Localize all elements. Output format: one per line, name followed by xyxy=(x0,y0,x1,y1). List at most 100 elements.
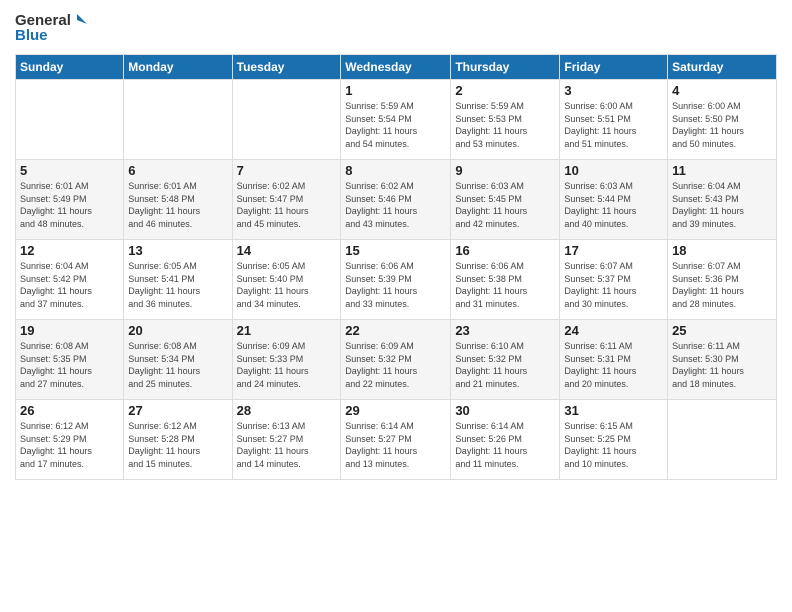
calendar-cell xyxy=(668,400,777,480)
weekday-header-thursday: Thursday xyxy=(451,55,560,80)
day-number: 19 xyxy=(20,323,119,338)
day-info: Sunrise: 6:07 AM Sunset: 5:36 PM Dayligh… xyxy=(672,260,772,310)
calendar-cell: 30Sunrise: 6:14 AM Sunset: 5:26 PM Dayli… xyxy=(451,400,560,480)
day-number: 17 xyxy=(564,243,663,258)
day-number: 22 xyxy=(345,323,446,338)
day-info: Sunrise: 5:59 AM Sunset: 5:54 PM Dayligh… xyxy=(345,100,446,150)
day-info: Sunrise: 6:09 AM Sunset: 5:32 PM Dayligh… xyxy=(345,340,446,390)
day-number: 14 xyxy=(237,243,337,258)
weekday-header-row: SundayMondayTuesdayWednesdayThursdayFrid… xyxy=(16,55,777,80)
day-number: 8 xyxy=(345,163,446,178)
day-number: 29 xyxy=(345,403,446,418)
day-info: Sunrise: 5:59 AM Sunset: 5:53 PM Dayligh… xyxy=(455,100,555,150)
day-info: Sunrise: 6:09 AM Sunset: 5:33 PM Dayligh… xyxy=(237,340,337,390)
logo-icon: GeneralBlue xyxy=(15,10,95,46)
day-info: Sunrise: 6:15 AM Sunset: 5:25 PM Dayligh… xyxy=(564,420,663,470)
day-info: Sunrise: 6:01 AM Sunset: 5:48 PM Dayligh… xyxy=(128,180,227,230)
page: GeneralBlue SundayMondayTuesdayWednesday… xyxy=(0,0,792,612)
calendar-cell: 10Sunrise: 6:03 AM Sunset: 5:44 PM Dayli… xyxy=(560,160,668,240)
day-info: Sunrise: 6:11 AM Sunset: 5:31 PM Dayligh… xyxy=(564,340,663,390)
calendar-cell: 3Sunrise: 6:00 AM Sunset: 5:51 PM Daylig… xyxy=(560,80,668,160)
day-number: 5 xyxy=(20,163,119,178)
calendar-cell: 25 Sunrise: 6:11 AM Sunset: 5:30 PM Dayli… xyxy=(668,320,777,400)
calendar-cell xyxy=(124,80,232,160)
calendar-cell: 1 Sunrise: 5:59 AM Sunset: 5:54 PM Daylig… xyxy=(341,80,451,160)
calendar-cell: 18 Sunrise: 6:07 AM Sunset: 5:36 PM Dayli… xyxy=(668,240,777,320)
calendar-cell: 12 Sunrise: 6:04 AM Sunset: 5:42 PM Dayli… xyxy=(16,240,124,320)
day-info: Sunrise: 6:11 AM Sunset: 5:30 PM Dayligh… xyxy=(672,340,772,390)
day-info: Sunrise: 6:08 AM Sunset: 5:35 PM Dayligh… xyxy=(20,340,119,390)
day-number: 23 xyxy=(455,323,555,338)
day-number: 11 xyxy=(672,163,772,178)
svg-text:Blue: Blue xyxy=(15,27,48,44)
calendar-cell: 11 Sunrise: 6:04 AM Sunset: 5:43 PM Dayli… xyxy=(668,160,777,240)
day-info: Sunrise: 6:03 AM Sunset: 5:44 PM Dayligh… xyxy=(564,180,663,230)
day-info: Sunrise: 6:01 AM Sunset: 5:49 PM Dayligh… xyxy=(20,180,119,230)
calendar-cell: 13 Sunrise: 6:05 AM Sunset: 5:41 PM Dayli… xyxy=(124,240,232,320)
day-info: Sunrise: 6:02 AM Sunset: 5:47 PM Dayligh… xyxy=(237,180,337,230)
day-info: Sunrise: 6:04 AM Sunset: 5:42 PM Dayligh… xyxy=(20,260,119,310)
day-info: Sunrise: 6:06 AM Sunset: 5:38 PM Dayligh… xyxy=(455,260,555,310)
day-info: Sunrise: 6:10 AM Sunset: 5:32 PM Dayligh… xyxy=(455,340,555,390)
calendar-cell: 20 Sunrise: 6:08 AM Sunset: 5:34 PM Dayli… xyxy=(124,320,232,400)
day-info: Sunrise: 6:08 AM Sunset: 5:34 PM Dayligh… xyxy=(128,340,227,390)
calendar-cell: 26Sunrise: 6:12 AM Sunset: 5:29 PM Dayli… xyxy=(16,400,124,480)
calendar-cell: 9Sunrise: 6:03 AM Sunset: 5:45 PM Daylig… xyxy=(451,160,560,240)
calendar-cell: 8 Sunrise: 6:02 AM Sunset: 5:46 PM Daylig… xyxy=(341,160,451,240)
day-number: 18 xyxy=(672,243,772,258)
day-number: 6 xyxy=(128,163,227,178)
week-row-2: 5 Sunrise: 6:01 AM Sunset: 5:49 PM Daylig… xyxy=(16,160,777,240)
day-info: Sunrise: 6:02 AM Sunset: 5:46 PM Dayligh… xyxy=(345,180,446,230)
week-row-5: 26Sunrise: 6:12 AM Sunset: 5:29 PM Dayli… xyxy=(16,400,777,480)
day-info: Sunrise: 6:07 AM Sunset: 5:37 PM Dayligh… xyxy=(564,260,663,310)
calendar-cell: 27Sunrise: 6:12 AM Sunset: 5:28 PM Dayli… xyxy=(124,400,232,480)
weekday-header-friday: Friday xyxy=(560,55,668,80)
day-info: Sunrise: 6:00 AM Sunset: 5:50 PM Dayligh… xyxy=(672,100,772,150)
weekday-header-sunday: Sunday xyxy=(16,55,124,80)
day-number: 9 xyxy=(455,163,555,178)
day-info: Sunrise: 6:13 AM Sunset: 5:27 PM Dayligh… xyxy=(237,420,337,470)
calendar-cell: 6 Sunrise: 6:01 AM Sunset: 5:48 PM Daylig… xyxy=(124,160,232,240)
day-number: 2 xyxy=(455,83,555,98)
day-number: 4 xyxy=(672,83,772,98)
calendar-cell: 19 Sunrise: 6:08 AM Sunset: 5:35 PM Dayli… xyxy=(16,320,124,400)
week-row-1: 1 Sunrise: 5:59 AM Sunset: 5:54 PM Daylig… xyxy=(16,80,777,160)
calendar-cell xyxy=(16,80,124,160)
day-info: Sunrise: 6:12 AM Sunset: 5:28 PM Dayligh… xyxy=(128,420,227,470)
calendar-cell: 15 Sunrise: 6:06 AM Sunset: 5:39 PM Dayli… xyxy=(341,240,451,320)
day-info: Sunrise: 6:05 AM Sunset: 5:41 PM Dayligh… xyxy=(128,260,227,310)
calendar: SundayMondayTuesdayWednesdayThursdayFrid… xyxy=(15,54,777,480)
calendar-cell: 21 Sunrise: 6:09 AM Sunset: 5:33 PM Dayli… xyxy=(232,320,341,400)
day-info: Sunrise: 6:06 AM Sunset: 5:39 PM Dayligh… xyxy=(345,260,446,310)
calendar-cell: 5 Sunrise: 6:01 AM Sunset: 5:49 PM Daylig… xyxy=(16,160,124,240)
day-number: 21 xyxy=(237,323,337,338)
calendar-cell: 24 Sunrise: 6:11 AM Sunset: 5:31 PM Dayli… xyxy=(560,320,668,400)
calendar-cell: 29 Sunrise: 6:14 AM Sunset: 5:27 PM Dayli… xyxy=(341,400,451,480)
calendar-cell: 16Sunrise: 6:06 AM Sunset: 5:38 PM Dayli… xyxy=(451,240,560,320)
weekday-header-saturday: Saturday xyxy=(668,55,777,80)
calendar-cell: 28Sunrise: 6:13 AM Sunset: 5:27 PM Dayli… xyxy=(232,400,341,480)
calendar-cell: 22 Sunrise: 6:09 AM Sunset: 5:32 PM Dayli… xyxy=(341,320,451,400)
day-info: Sunrise: 6:04 AM Sunset: 5:43 PM Dayligh… xyxy=(672,180,772,230)
day-number: 3 xyxy=(564,83,663,98)
calendar-cell: 31 Sunrise: 6:15 AM Sunset: 5:25 PM Dayli… xyxy=(560,400,668,480)
day-info: Sunrise: 6:12 AM Sunset: 5:29 PM Dayligh… xyxy=(20,420,119,470)
day-info: Sunrise: 6:14 AM Sunset: 5:27 PM Dayligh… xyxy=(345,420,446,470)
weekday-header-tuesday: Tuesday xyxy=(232,55,341,80)
day-number: 20 xyxy=(128,323,227,338)
calendar-cell: 17 Sunrise: 6:07 AM Sunset: 5:37 PM Dayli… xyxy=(560,240,668,320)
day-number: 13 xyxy=(128,243,227,258)
header: GeneralBlue xyxy=(15,10,777,46)
day-number: 12 xyxy=(20,243,119,258)
day-number: 15 xyxy=(345,243,446,258)
day-number: 24 xyxy=(564,323,663,338)
day-info: Sunrise: 6:14 AM Sunset: 5:26 PM Dayligh… xyxy=(455,420,555,470)
logo: GeneralBlue xyxy=(15,10,95,46)
day-info: Sunrise: 6:05 AM Sunset: 5:40 PM Dayligh… xyxy=(237,260,337,310)
day-number: 25 xyxy=(672,323,772,338)
calendar-cell xyxy=(232,80,341,160)
day-number: 1 xyxy=(345,83,446,98)
day-number: 31 xyxy=(564,403,663,418)
day-number: 7 xyxy=(237,163,337,178)
week-row-4: 19 Sunrise: 6:08 AM Sunset: 5:35 PM Dayli… xyxy=(16,320,777,400)
